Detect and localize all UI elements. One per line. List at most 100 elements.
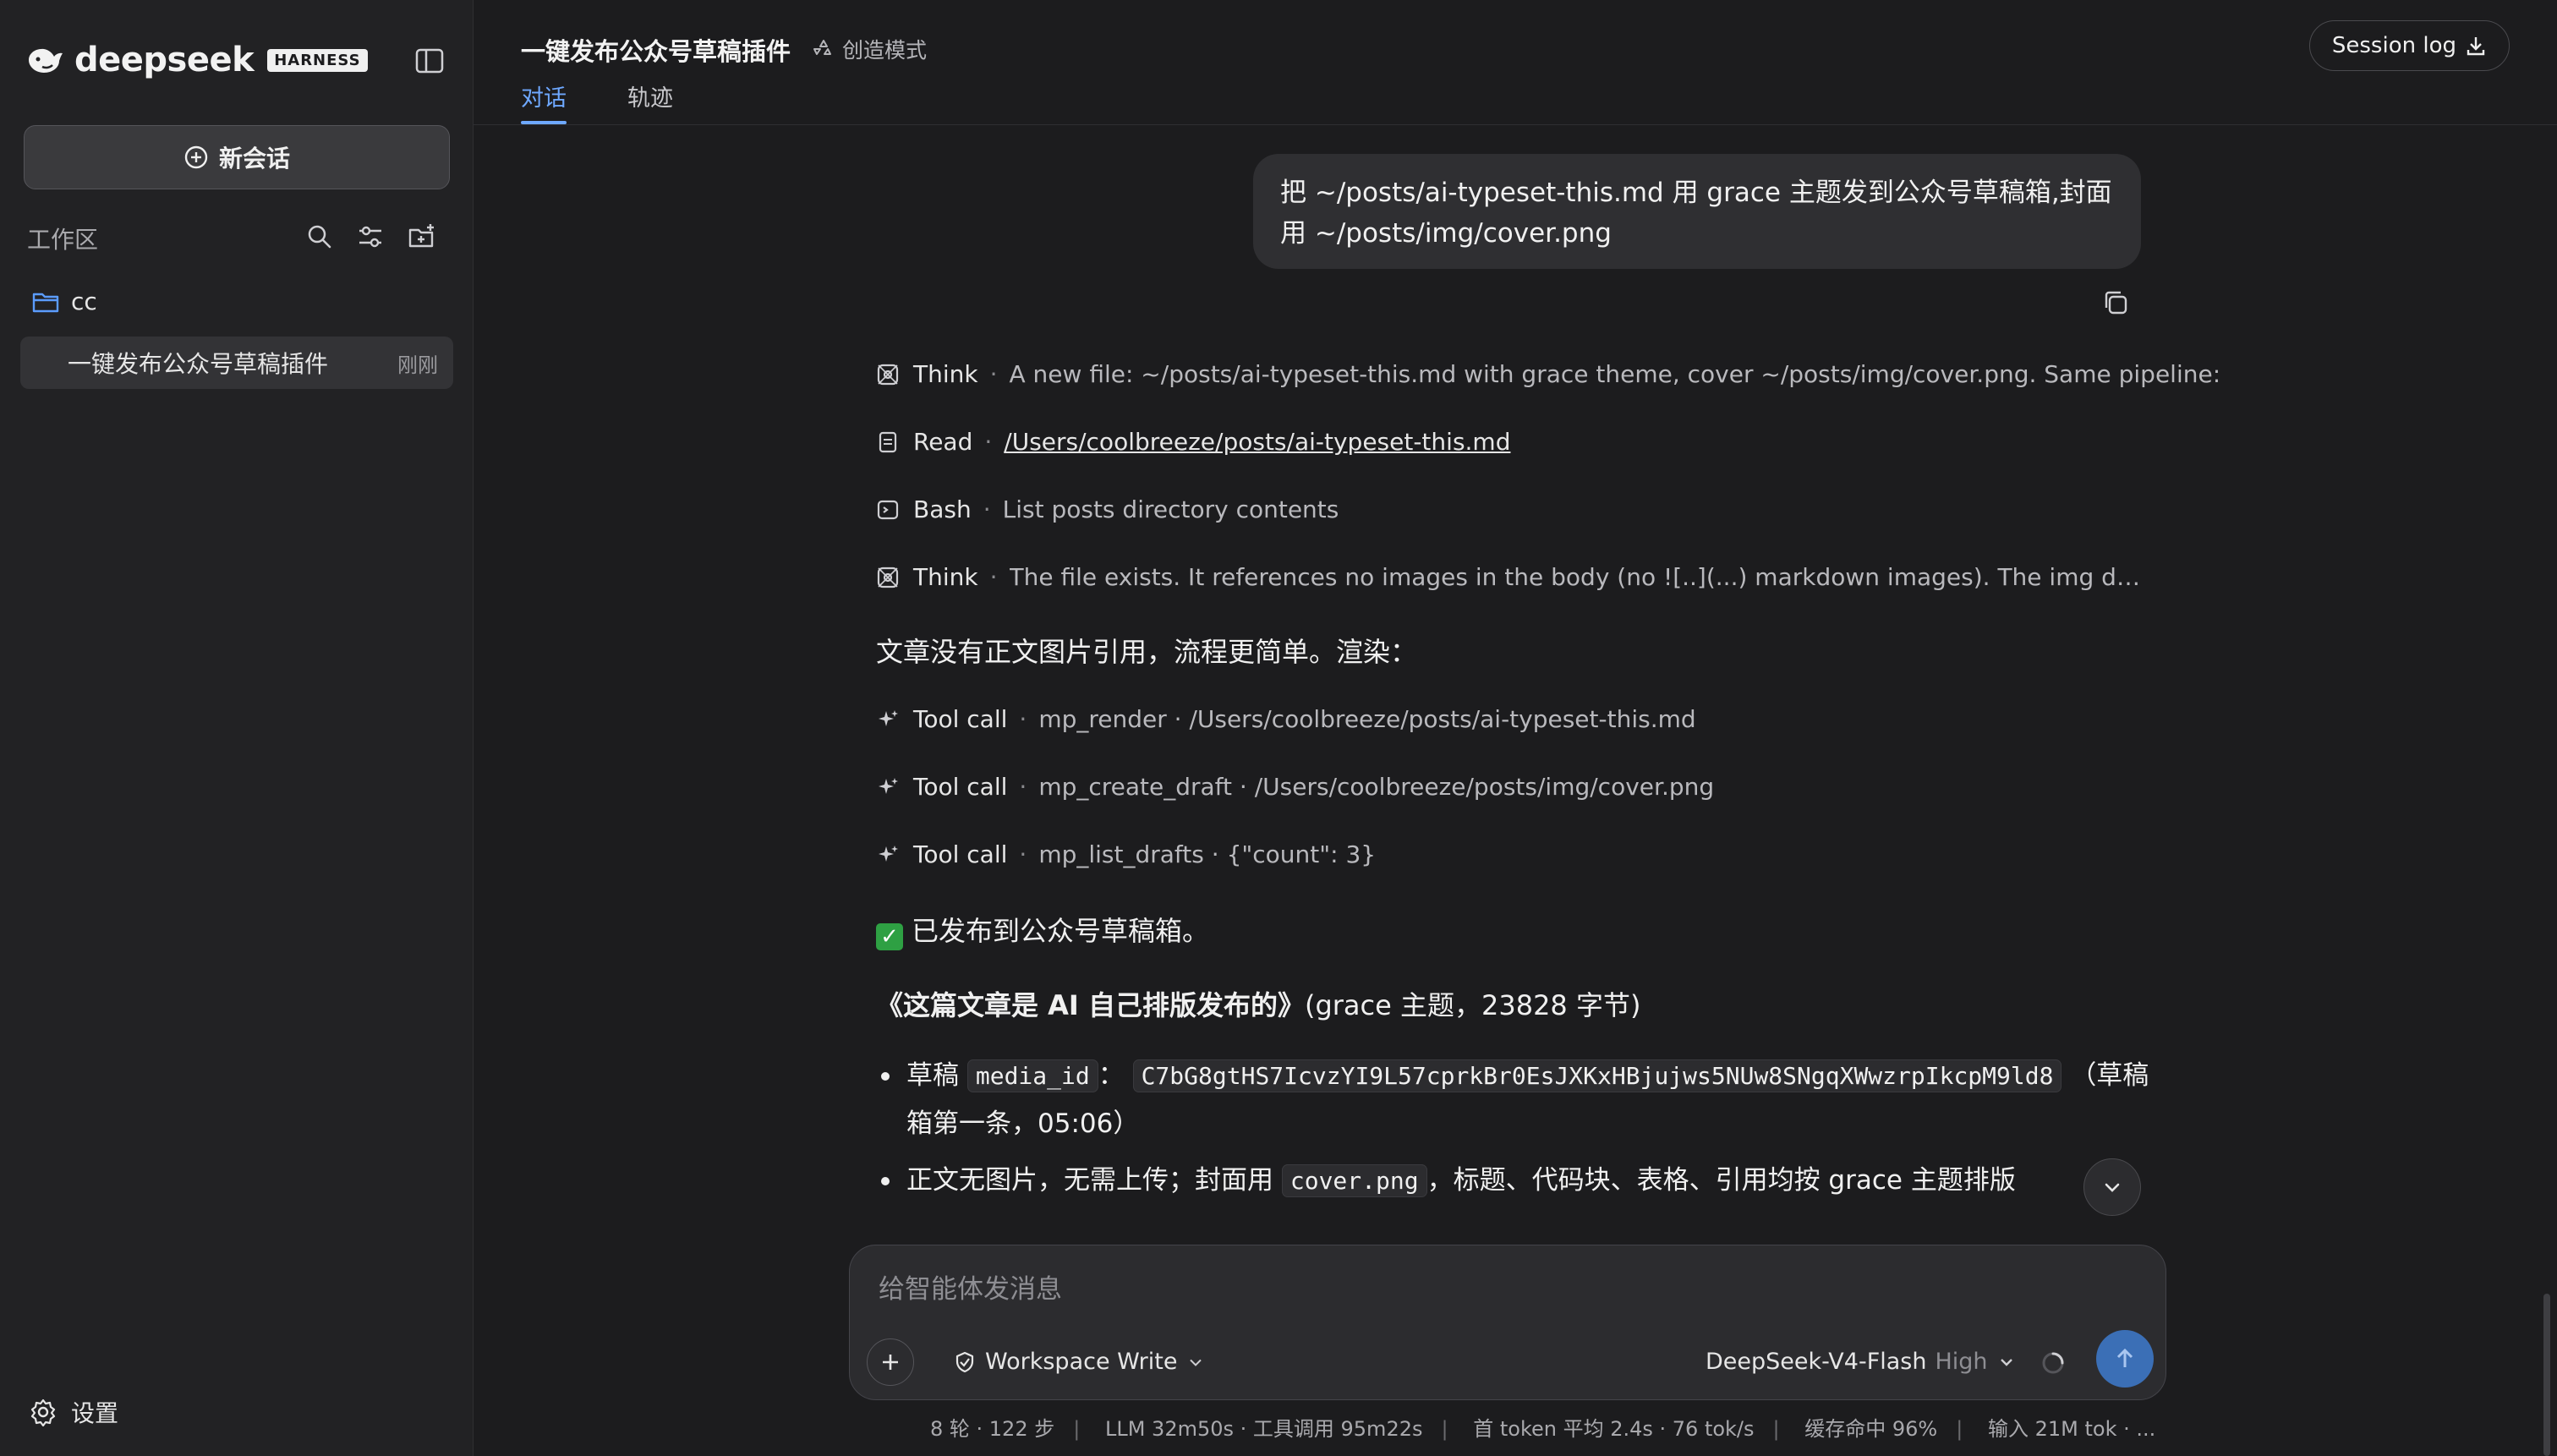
file-icon xyxy=(879,431,897,452)
new-chat-button[interactable]: 新会话 xyxy=(24,125,450,189)
assistant-paragraph: 文章没有正文图片引用，流程更简单。渲染： xyxy=(876,636,1418,668)
tool-call-kind: Tool call xyxy=(913,840,1008,868)
mode-label: 创造模式 xyxy=(842,38,928,63)
model-level: High xyxy=(1935,1349,1988,1375)
code-media-id-value: C7bG8gtHS7IcvzYI9L57cprkBr0EsJXKxHBjujws… xyxy=(1132,1059,2062,1092)
attach-button[interactable] xyxy=(867,1338,914,1386)
tool-call-detail: mp_list_drafts · {"count": 3} xyxy=(1038,840,1377,868)
step-detail: A new file: ~/posts/ai-typeset-this.md w… xyxy=(1009,360,2221,388)
workspace-title: 工作区 xyxy=(27,226,99,254)
model-name: DeepSeek-V4-Flash xyxy=(1706,1349,1927,1375)
tool-call-kind: Tool call xyxy=(913,705,1008,733)
session-log-label: Session log xyxy=(2331,33,2456,58)
step-kind: Read xyxy=(913,428,973,456)
workspace-actions xyxy=(304,222,436,252)
step-read[interactable]: Read · /Users/coolbreeze/posts/ai-typese… xyxy=(876,428,1510,456)
download-icon xyxy=(2467,37,2485,56)
permission-label: Workspace Write xyxy=(985,1349,1178,1375)
settings-button[interactable]: 设置 xyxy=(29,1395,118,1429)
model-selector[interactable]: DeepSeek-V4-Flash High xyxy=(1706,1349,2017,1375)
step-think-2[interactable]: Think · The file exists. It references n… xyxy=(876,563,2143,591)
list-item: 草稿 media_id： C7bG8gtHS7IcvzYI9L57cprkBr0… xyxy=(881,1052,2158,1147)
sparkle-icon xyxy=(879,777,898,794)
chevron-down-icon xyxy=(2000,1358,2012,1366)
code-cover-file: cover.png xyxy=(1281,1164,1427,1197)
brand-wordmark: deepseek xyxy=(74,41,255,79)
tool-call-detail: mp_render · /Users/coolbreeze/posts/ai-t… xyxy=(1038,705,1696,733)
plus-icon xyxy=(883,1355,898,1370)
gear-icon xyxy=(30,1399,56,1426)
filter-sliders-icon[interactable] xyxy=(355,222,386,252)
published-status: ✓ 已发布到公众号草稿箱。 xyxy=(876,910,1209,950)
tool-call-detail: mp_create_draft · /Users/coolbreeze/post… xyxy=(1038,773,1715,801)
step-detail: The file exists. It references no images… xyxy=(1009,563,2143,591)
tool-call-list-drafts[interactable]: Tool call · mp_list_drafts · {"count": 3… xyxy=(876,840,1376,868)
step-file-link[interactable]: /Users/coolbreeze/posts/ai-typeset-this.… xyxy=(1004,428,1510,456)
header-tabs: 对话 轨迹 xyxy=(521,79,673,124)
message-input[interactable]: 给智能体发消息 xyxy=(879,1267,1062,1305)
step-detail: List posts directory contents xyxy=(1002,495,1339,523)
tab-conversation[interactable]: 对话 xyxy=(521,79,567,124)
step-think-1[interactable]: Think · A new file: ~/posts/ai-typeset-t… xyxy=(876,360,2220,388)
chevron-down-icon xyxy=(1190,1359,1202,1366)
think-icon xyxy=(877,364,899,385)
tool-call-kind: Tool call xyxy=(913,773,1008,801)
conversation-time: 刚刚 xyxy=(397,353,438,377)
conversation-title: 一键发布公众号草稿插件 xyxy=(68,350,329,378)
stat-input-tokens: 输入 21M tok · ... xyxy=(1987,1417,2156,1441)
brand-logo[interactable]: deepseek HARNESS xyxy=(25,41,368,79)
sidebar: deepseek HARNESS 新会话 工作区 cc 一键发布公众号草稿插件 … xyxy=(0,0,474,1456)
folder-name: cc xyxy=(71,287,97,315)
step-kind: Bash xyxy=(913,495,972,523)
stat-cache-hit: 缓存命中 96% xyxy=(1804,1417,1938,1441)
tab-trace[interactable]: 轨迹 xyxy=(627,79,673,124)
article-meta: (grace 主题，23828 字节) xyxy=(1304,989,1641,1021)
sparkle-icon xyxy=(879,709,898,726)
loading-spinner-icon xyxy=(2042,1352,2064,1374)
scroll-down-button[interactable] xyxy=(2083,1158,2141,1216)
step-kind: Think xyxy=(913,360,978,388)
plus-circle-icon xyxy=(184,145,208,169)
folder-icon xyxy=(32,293,59,312)
session-stats: 8 轮 · 122 步 | LLM 32m50s · 工具调用 95m22s | 首… xyxy=(930,1417,2156,1441)
list-item: 正文无图片，无需上传；封面用 cover.png ，标题、代码块、表格、引用均按 … xyxy=(881,1157,2107,1205)
session-log-button[interactable]: Session log xyxy=(2308,20,2510,71)
recycle-icon xyxy=(813,40,831,55)
send-button[interactable] xyxy=(2096,1330,2154,1388)
sparkle-icon xyxy=(879,845,898,862)
page-title: 一键发布公众号草稿插件 xyxy=(521,37,791,66)
stat-first-token: 首 token 平均 2.4s · 76 tok/s xyxy=(1473,1417,1755,1441)
check-mark-icon: ✓ xyxy=(876,923,903,950)
conversation-item[interactable]: 一键发布公众号草稿插件 刚刚 xyxy=(20,337,453,389)
stat-llm-time: LLM 32m50s · 工具调用 95m22s xyxy=(1104,1417,1423,1441)
workspace-folder[interactable]: cc xyxy=(32,287,97,315)
step-bash[interactable]: Bash · List posts directory contents xyxy=(876,495,1339,523)
chevron-down-icon xyxy=(2105,1183,2120,1192)
whale-logo-icon xyxy=(29,48,63,73)
step-kind: Think xyxy=(913,563,978,591)
new-chat-label: 新会话 xyxy=(218,145,290,172)
mode-indicator: 创造模式 xyxy=(812,34,927,64)
search-icon[interactable] xyxy=(304,222,335,252)
terminal-icon xyxy=(877,500,899,519)
shield-icon xyxy=(955,1351,974,1372)
code-media-id: media_id xyxy=(966,1059,1098,1092)
published-text: 已发布到公众号草稿箱。 xyxy=(912,915,1210,947)
header: 一键发布公众号草稿插件 创造模式 对话 轨迹 Session log xyxy=(474,0,2557,125)
permission-selector[interactable]: Workspace Write xyxy=(953,1349,1206,1375)
article-title: 《这篇文章是 AI 自己排版发布的》 xyxy=(876,989,1305,1021)
settings-label: 设置 xyxy=(71,1399,119,1427)
tool-call-render[interactable]: Tool call · mp_render · /Users/coolbreez… xyxy=(876,705,1696,733)
arrow-up-icon xyxy=(2116,1348,2133,1367)
user-message: 把 ~/posts/ai-typeset-this.md 用 grace 主题发… xyxy=(1253,154,2141,269)
tool-call-create-draft[interactable]: Tool call · mp_create_draft · /Users/coo… xyxy=(876,773,1714,801)
message-composer: 给智能体发消息 Workspace Write DeepSeek-V4-Flas… xyxy=(849,1245,2166,1400)
copy-icon[interactable] xyxy=(2100,287,2131,318)
think-icon xyxy=(877,567,899,588)
sidebar-toggle-icon[interactable] xyxy=(413,44,446,78)
scrollbar-thumb[interactable] xyxy=(2543,1294,2550,1456)
stat-turns: 8 轮 · 122 步 xyxy=(930,1417,1055,1441)
new-folder-icon[interactable] xyxy=(406,222,436,252)
article-heading: 《这篇文章是 AI 自己排版发布的》(grace 主题，23828 字节) xyxy=(876,984,1640,1023)
brand-badge: HARNESS xyxy=(267,48,368,72)
